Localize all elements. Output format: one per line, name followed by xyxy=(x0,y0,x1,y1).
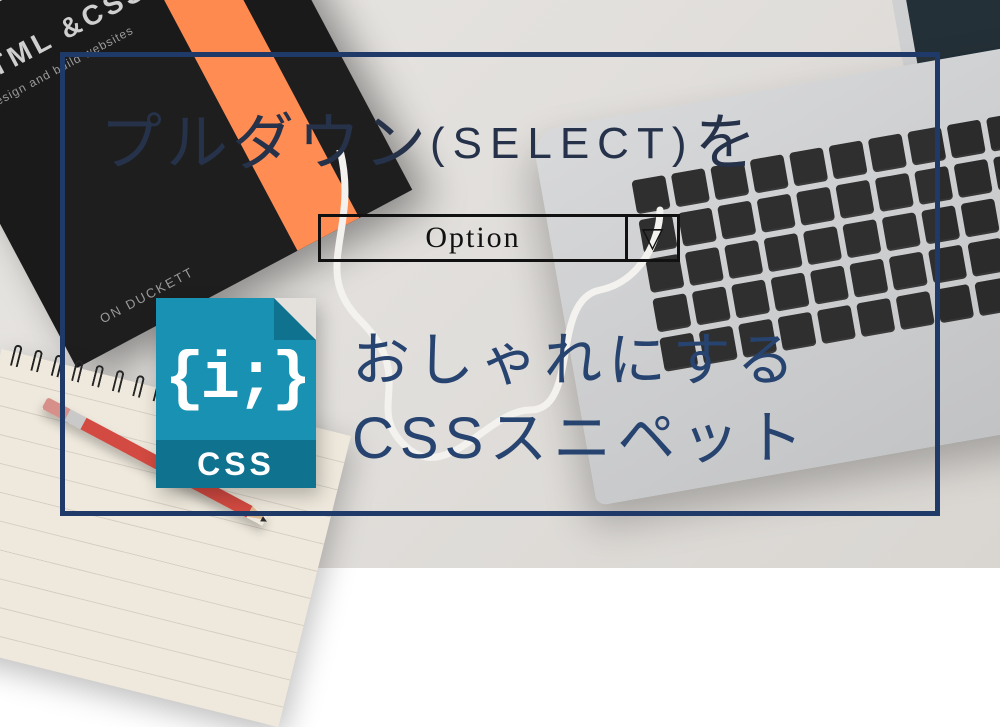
file-fold-corner xyxy=(274,298,316,340)
css-file-icon: {i;} CSS xyxy=(156,298,316,488)
heading-main: プルダウン xyxy=(100,109,430,178)
select-label: Option xyxy=(321,217,625,259)
select-illustration: Option ▽ xyxy=(318,214,680,262)
css-band-label: CSS xyxy=(156,440,316,488)
chevron-down-icon: ▽ xyxy=(642,224,664,252)
select-arrow-cell: ▽ xyxy=(625,217,677,259)
heading-line: プルダウン(SELECT)を xyxy=(100,92,920,182)
subtitle-line2: CSSスニペット xyxy=(352,400,809,478)
heading-select: (SELECT) xyxy=(430,119,694,168)
css-braces-glyph: {i;} xyxy=(156,342,316,417)
subtitle-block: おしゃれにする CSSスニペット xyxy=(352,322,809,479)
background-scene: HTML &CSS design and build websites ON D… xyxy=(0,0,1000,568)
subtitle-line1: おしゃれにする xyxy=(352,322,809,400)
heading-tail: を xyxy=(695,109,761,178)
